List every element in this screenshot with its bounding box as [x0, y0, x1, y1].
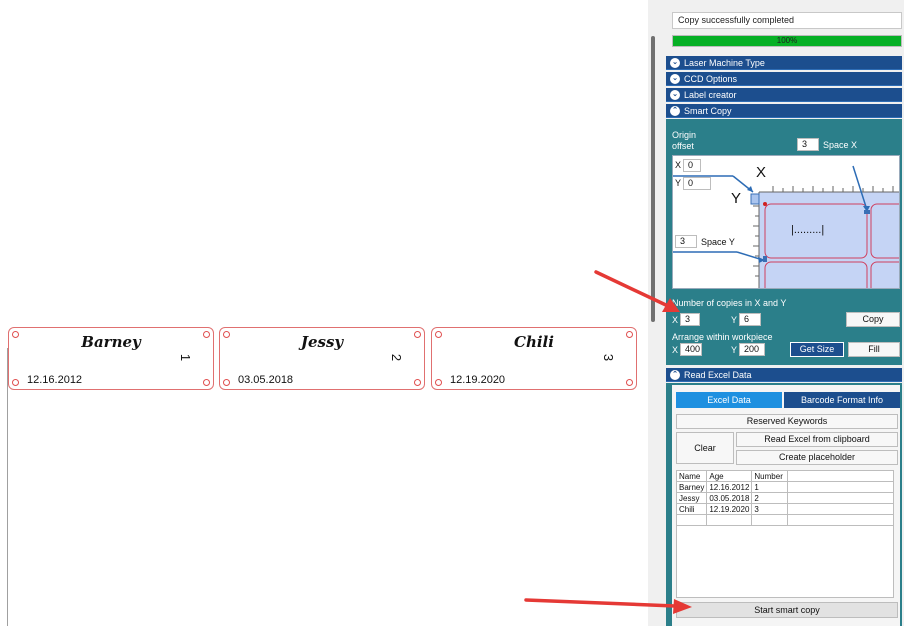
- label-number: 2: [388, 353, 404, 362]
- app-window: Barney 1 12.16.2012 Jessy 2 03.05.2018 C…: [0, 0, 904, 626]
- table-row[interactable]: Barney 12.16.2012 1: [675, 481, 894, 493]
- chevron-down-icon: ⌄: [670, 74, 680, 84]
- table-cell-empty: [787, 514, 894, 526]
- chevron-down-icon: ⌄: [670, 58, 680, 68]
- get-size-button[interactable]: Get Size: [790, 342, 844, 357]
- section-smart-copy[interactable]: ⌃ Smart Copy: [666, 104, 902, 118]
- arrange-label: Arrange within workpiece: [672, 332, 773, 342]
- arrange-y-label: Y: [731, 345, 738, 355]
- smart-copy-diagram: X 0 Y 0 X Y |.........| 3 Space Y: [672, 155, 900, 289]
- offset-y-input[interactable]: 0: [683, 177, 711, 190]
- table-cell-empty: [751, 514, 789, 526]
- table-cell: Jessy: [675, 492, 708, 504]
- reserved-keywords-button[interactable]: Reserved Keywords: [676, 414, 898, 429]
- fill-button[interactable]: Fill: [848, 342, 900, 357]
- diagram-offset-y-label: Y: [675, 178, 682, 188]
- label-name: Jessy: [300, 333, 344, 351]
- diagram-offset-x-label: X: [675, 160, 682, 170]
- clear-memory-button[interactable]: Clear memory: [676, 432, 734, 483]
- red-arrow-icon: [524, 598, 692, 614]
- label-date: 12.16.2012: [27, 374, 83, 386]
- corner-hole: [223, 379, 230, 386]
- table-row-empty[interactable]: [675, 514, 894, 526]
- table-cell-empty: [706, 514, 753, 526]
- label-date: 03.05.2018: [238, 374, 294, 386]
- label-number: 1: [177, 353, 193, 362]
- copy-button[interactable]: Copy: [846, 312, 900, 327]
- diagram-x-letter: X: [756, 164, 767, 181]
- space-x-input[interactable]: 3: [797, 138, 819, 151]
- table-cell: 12.19.2020: [706, 503, 753, 515]
- diagram-dots: |.........|: [791, 224, 825, 236]
- label-name: Chili: [514, 333, 554, 351]
- section-ccd-options[interactable]: ⌄ CCD Options: [666, 72, 902, 86]
- corner-hole: [626, 379, 633, 386]
- label-card[interactable]: Chili 3 12.19.2020: [431, 327, 637, 390]
- layout-diagram-graphic: [673, 156, 899, 288]
- table-cell: Barney: [675, 481, 708, 493]
- offset-x-input[interactable]: 0: [683, 159, 701, 172]
- label-card[interactable]: Jessy 2 03.05.2018: [219, 327, 425, 390]
- arrange-x-label: X: [672, 345, 679, 355]
- section-label-creator[interactable]: ⌄ Label creator: [666, 88, 902, 102]
- table-cell: 2: [751, 492, 789, 504]
- table-cell: 03.05.2018: [706, 492, 753, 504]
- tab-barcode-format-info[interactable]: Barcode Format Info: [784, 392, 900, 408]
- corner-hole: [435, 379, 442, 386]
- section-title: CCD Options: [684, 74, 738, 84]
- section-laser-machine-type[interactable]: ⌄ Laser Machine Type: [666, 56, 902, 70]
- read-clipboard-button[interactable]: Read Excel from clipboard: [736, 432, 898, 447]
- copies-y-input[interactable]: 6: [739, 313, 761, 326]
- table-cell-empty: [675, 514, 708, 526]
- corner-hole: [414, 379, 421, 386]
- arrange-x-input[interactable]: 400: [680, 343, 702, 356]
- label-date: 12.19.2020: [450, 374, 506, 386]
- table-row[interactable]: Chili 12.19.2020 3: [675, 503, 894, 515]
- status-message: Copy successfully completed: [672, 12, 902, 29]
- space-y-input[interactable]: 3: [675, 235, 697, 248]
- diagram-y-letter: Y: [731, 190, 742, 207]
- table-cell-empty: [787, 481, 894, 493]
- section-title: Label creator: [684, 90, 737, 100]
- table-header-row: Name Age Number: [675, 470, 894, 482]
- arrange-y-input[interactable]: 200: [739, 343, 765, 356]
- label-name: Barney: [81, 333, 141, 351]
- tab-excel-data[interactable]: Excel Data: [676, 392, 782, 408]
- chevron-up-icon: ⌃: [670, 370, 680, 380]
- section-title: Read Excel Data: [684, 370, 752, 380]
- corner-hole: [12, 379, 19, 386]
- copies-y-label: Y: [731, 315, 738, 325]
- red-arrow-icon: [594, 270, 680, 312]
- label-number: 3: [600, 353, 616, 362]
- create-placeholder-button[interactable]: Create placeholder: [736, 450, 898, 465]
- table-cell: 12.16.2012: [706, 481, 753, 493]
- table-header-empty: [787, 470, 894, 482]
- table-cell: 1: [751, 481, 789, 493]
- progress-bar: 100%: [672, 35, 902, 47]
- excel-data-table: Name Age Number Barney 12.16.2012 1 Jess…: [675, 470, 894, 526]
- table-cell-empty: [787, 492, 894, 504]
- table-header: Age: [706, 470, 753, 482]
- section-title: Laser Machine Type: [684, 58, 765, 68]
- label-card[interactable]: Barney 1 12.16.2012: [8, 327, 214, 390]
- table-cell-empty: [787, 503, 894, 515]
- space-x-label: Space X: [823, 140, 858, 150]
- table-header: Number: [751, 470, 789, 482]
- chevron-up-icon: ⌃: [670, 106, 680, 116]
- table-cell: Chili: [675, 503, 708, 515]
- corner-hole: [203, 379, 210, 386]
- section-title: Smart Copy: [684, 106, 732, 116]
- table-row[interactable]: Jessy 03.05.2018 2: [675, 492, 894, 504]
- section-read-excel-data[interactable]: ⌃ Read Excel Data: [666, 368, 902, 382]
- side-panel: Copy successfully completed 100% ⌄ Laser…: [664, 0, 904, 626]
- chevron-down-icon: ⌄: [670, 90, 680, 100]
- space-y-label: Space Y: [701, 237, 735, 247]
- workspace-canvas[interactable]: Barney 1 12.16.2012 Jessy 2 03.05.2018 C…: [0, 0, 648, 626]
- origin-offset-label: Origin offset: [672, 130, 697, 151]
- canvas-boundary-line: [7, 348, 8, 626]
- table-cell: 3: [751, 503, 789, 515]
- start-smart-copy-button[interactable]: Start smart copy: [676, 602, 898, 618]
- table-header: Name: [675, 470, 708, 482]
